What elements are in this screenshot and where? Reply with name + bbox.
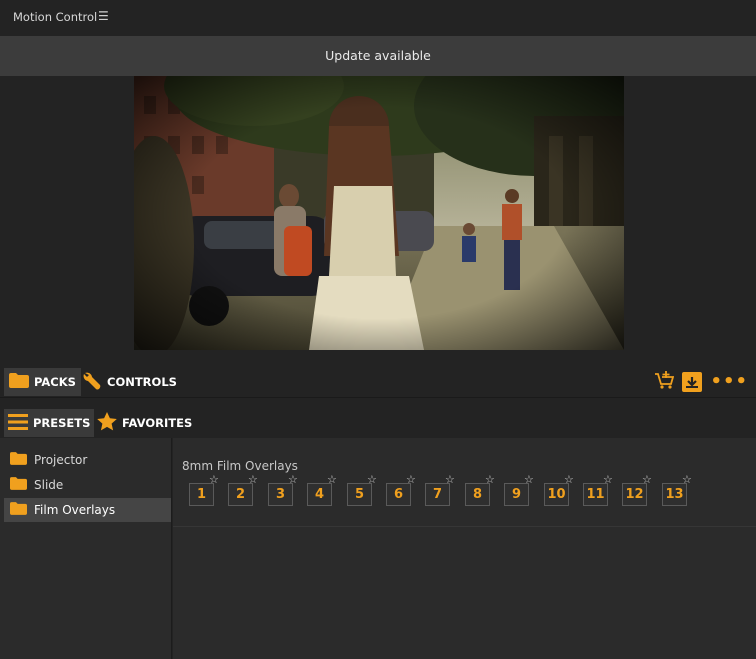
tab-presets-label: PRESETS	[33, 416, 91, 430]
preset-button[interactable]: 4	[307, 483, 332, 506]
more-options-icon[interactable]: •••	[710, 373, 748, 391]
presets-content: 8mm Film Overlays 1 ☆ 2 ☆ 3 ☆ 4 ☆ 5 ☆ 6 ☆ 7 ☆ 8 ☆ 9 ☆ 10 ☆ 1…	[173, 438, 756, 659]
preset-button[interactable]: 8	[465, 483, 490, 506]
packs-toolbar: PACKS CONTROLS •••	[0, 366, 756, 398]
preset-button[interactable]: 6	[386, 483, 411, 506]
favorite-star-icon[interactable]: ☆	[603, 474, 613, 485]
folder-icon	[10, 477, 27, 493]
favorite-star-icon[interactable]: ☆	[248, 474, 258, 485]
favorite-star-icon[interactable]: ☆	[327, 474, 337, 485]
tab-favorites[interactable]: FAVORITES	[95, 409, 194, 437]
tab-packs[interactable]: PACKS	[4, 368, 81, 396]
wrench-icon	[82, 371, 102, 394]
preset-button[interactable]: 12	[622, 483, 647, 506]
favorite-star-icon[interactable]: ☆	[406, 474, 416, 485]
preset-button[interactable]: 13	[662, 483, 687, 506]
preset-button[interactable]: 1	[189, 483, 214, 506]
tab-controls[interactable]: CONTROLS	[80, 368, 179, 396]
folder-sidebar: Projector Slide Film Overlays	[0, 438, 172, 659]
add-to-cart-icon[interactable]	[654, 370, 675, 394]
sidebar-item-projector[interactable]: Projector	[4, 448, 171, 472]
presets-toolbar: PRESETS FAVORITES	[0, 407, 756, 439]
folder-icon	[10, 452, 27, 468]
favorite-star-icon[interactable]: ☆	[485, 474, 495, 485]
video-preview	[134, 76, 624, 350]
preset-button[interactable]: 7	[425, 483, 450, 506]
favorite-star-icon[interactable]: ☆	[564, 474, 574, 485]
favorite-star-icon[interactable]: ☆	[682, 474, 692, 485]
sidebar-item-slide[interactable]: Slide	[4, 473, 171, 497]
divider	[173, 526, 756, 527]
favorite-star-icon[interactable]: ☆	[445, 474, 455, 485]
packs-actions: •••	[646, 370, 748, 394]
tab-favorites-label: FAVORITES	[122, 416, 193, 430]
preset-button[interactable]: 11	[583, 483, 608, 506]
sidebar-item-label: Slide	[34, 478, 64, 492]
preset-button[interactable]: 9	[504, 483, 529, 506]
preset-button[interactable]: 5	[347, 483, 372, 506]
title-bar: Motion Control ☰	[0, 0, 756, 36]
sidebar-item-label: Film Overlays	[34, 503, 116, 517]
folder-icon	[9, 373, 29, 391]
star-icon	[97, 412, 117, 434]
favorite-star-icon[interactable]: ☆	[524, 474, 534, 485]
tab-packs-label: PACKS	[34, 375, 76, 389]
favorite-star-icon[interactable]: ☆	[642, 474, 652, 485]
tab-presets[interactable]: PRESETS	[4, 409, 95, 437]
update-available-banner[interactable]: Update available	[0, 36, 756, 76]
preset-button[interactable]: 2	[228, 483, 253, 506]
sidebar-item-label: Projector	[34, 453, 88, 467]
preset-button[interactable]: 10	[544, 483, 569, 506]
panel-title: Motion Control	[13, 10, 98, 24]
favorite-star-icon[interactable]: ☆	[367, 474, 377, 485]
tab-controls-label: CONTROLS	[107, 375, 177, 389]
list-icon	[8, 413, 28, 433]
hamburger-menu-icon[interactable]: ☰	[98, 9, 109, 23]
pack-title: 8mm Film Overlays	[182, 459, 298, 473]
folder-icon	[10, 502, 27, 518]
favorite-star-icon[interactable]: ☆	[209, 474, 219, 485]
download-icon[interactable]	[682, 372, 703, 392]
preset-button[interactable]: 3	[268, 483, 293, 506]
favorite-star-icon[interactable]: ☆	[288, 474, 298, 485]
sidebar-item-film-overlays[interactable]: Film Overlays	[4, 498, 171, 522]
